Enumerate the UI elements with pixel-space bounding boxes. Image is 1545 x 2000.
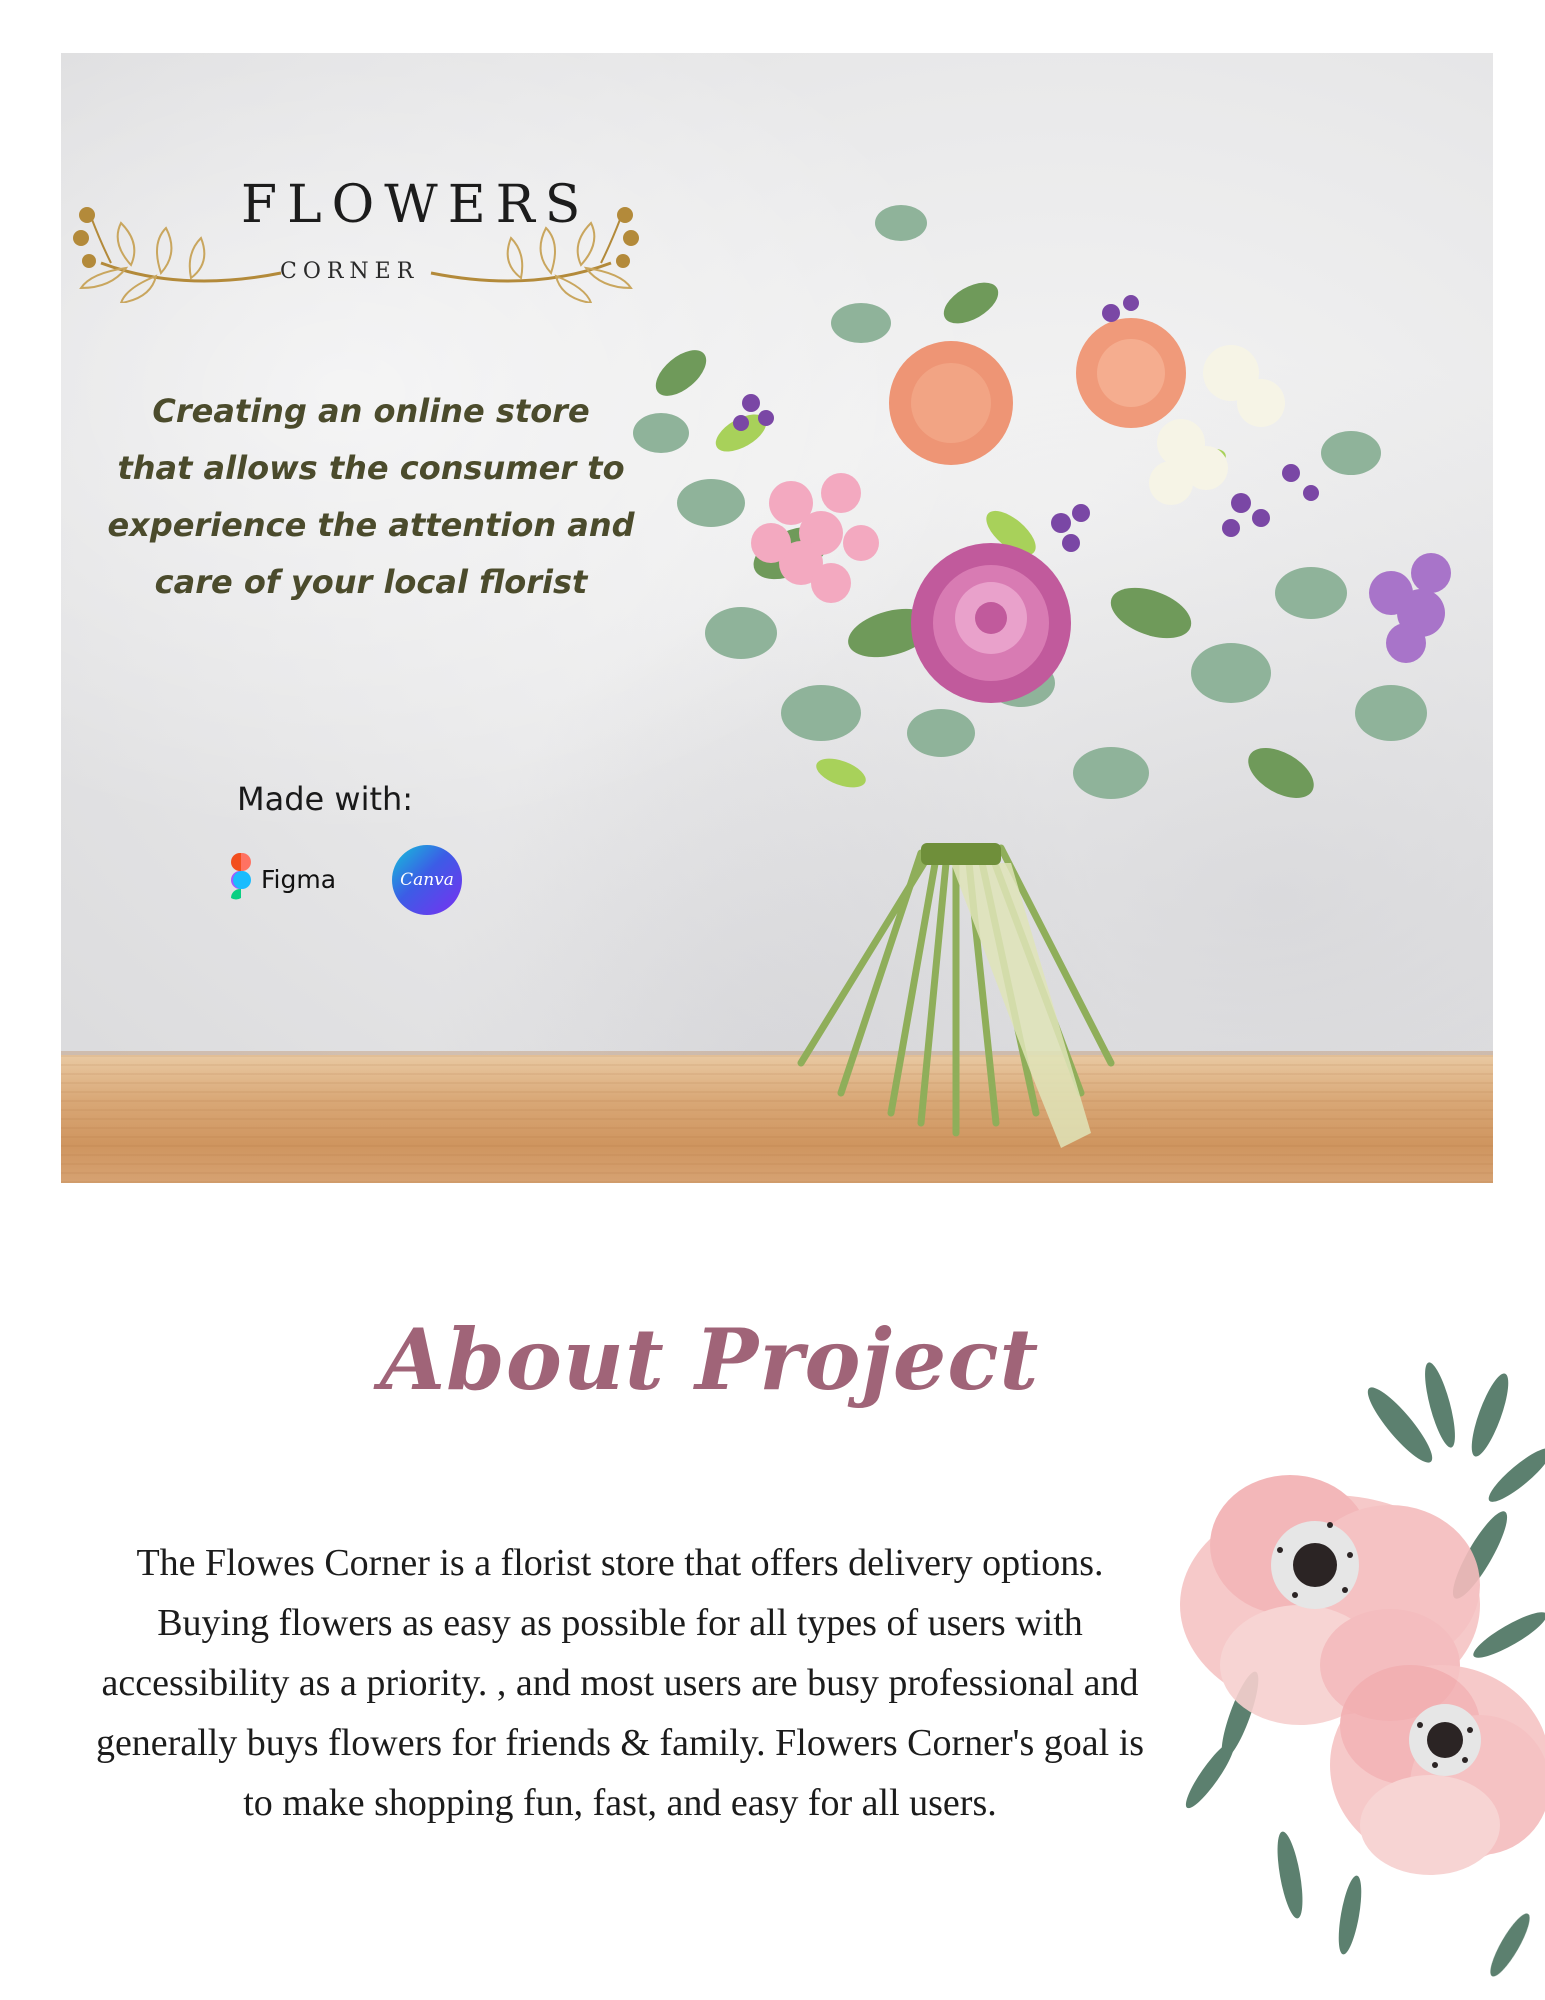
logo-title: FLOWERS [241, 175, 591, 235]
hero-banner: FLOWERS CORNER Creating an online store … [61, 53, 1493, 1183]
about-title: About Project [380, 1310, 1040, 1409]
made-with-label: Made with: [237, 780, 414, 818]
figma-icon [231, 853, 251, 900]
tagline-line: that allows the consumer to [117, 449, 625, 487]
watercolor-flowers-image [1180, 1362, 1545, 1977]
figma-label: Figma [261, 864, 337, 894]
tagline-line: Creating an online store [152, 392, 590, 430]
logo-subtitle: CORNER [280, 259, 420, 284]
tagline-line: care of your local florist [154, 563, 588, 601]
brand-logo: FLOWERS CORNER [71, 113, 639, 303]
figma-logo: Figma [231, 853, 336, 907]
bouquet-image [633, 205, 1451, 1148]
canva-icon: Canva [392, 845, 462, 915]
tagline-line: experience the attention and [107, 506, 635, 544]
about-body: The Flowes Corner is a florist store tha… [95, 1542, 1145, 1824]
hero-tagline: Creating an online store that allows the… [91, 383, 651, 611]
